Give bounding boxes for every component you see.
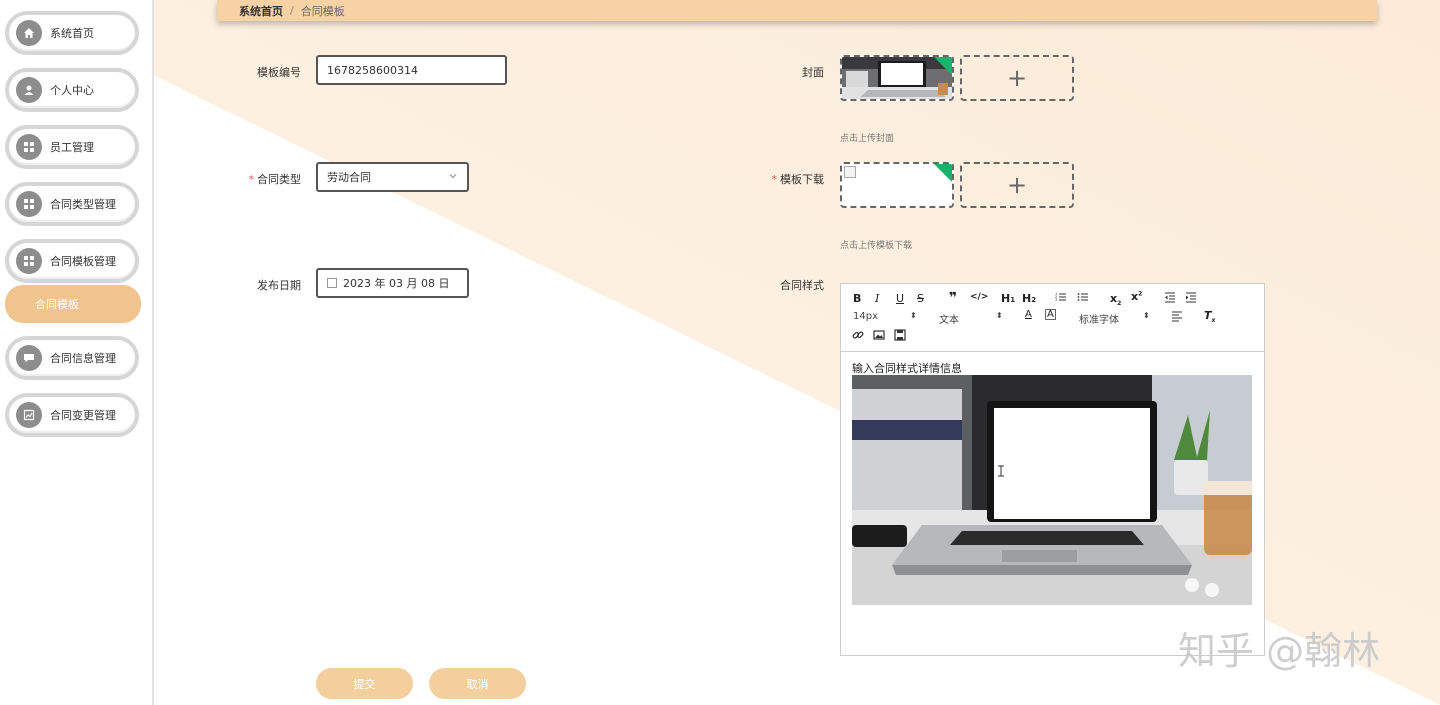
sidebar-item-contract-changes[interactable]: 合同变更管理: [5, 393, 139, 437]
breadcrumb-current: 合同模板: [300, 4, 345, 18]
sidebar: 系统首页 个人中心 员工管理 合同类型管理 合同模板管理 合同模板 合同信息管理: [0, 0, 154, 705]
link-icon[interactable]: [852, 329, 864, 344]
font-family-select[interactable]: 标准字体 ⬍: [1079, 311, 1151, 326]
broken-image-icon: [844, 166, 856, 178]
chart-icon: [16, 402, 42, 428]
italic-icon[interactable]: I: [875, 292, 879, 305]
indent-icon[interactable]: [1185, 291, 1197, 306]
sidebar-item-label: 合同类型管理: [50, 198, 116, 211]
breadcrumb-home[interactable]: 系统首页: [239, 3, 283, 19]
contract-style-label: 合同样式: [780, 279, 824, 292]
video-icon[interactable]: [894, 329, 906, 344]
subscript-icon[interactable]: x2: [1110, 292, 1121, 307]
cancel-button[interactable]: 取消: [429, 668, 526, 699]
bold-icon[interactable]: B: [853, 292, 861, 305]
sidebar-subitem-contract-template[interactable]: 合同模板: [5, 285, 141, 323]
contract-type-select[interactable]: 劳动合同: [316, 162, 469, 192]
plus-icon: +: [1006, 64, 1028, 92]
editor-embedded-image: [852, 375, 1252, 605]
success-badge: [933, 164, 952, 183]
strikethrough-icon[interactable]: S: [917, 292, 924, 305]
rich-text-editor[interactable]: B I U S ❞ </> H1 H2 123 x2 x2 14px ⬍ 文本 …: [840, 283, 1265, 656]
cover-upload-button[interactable]: +: [960, 55, 1074, 101]
header-1-icon[interactable]: H1: [1001, 292, 1015, 305]
publish-date-picker[interactable]: 2023 年 03 月 08 日: [316, 268, 469, 298]
chat-icon: [16, 345, 42, 371]
template-download-thumbnail[interactable]: [840, 162, 954, 208]
template-no-value: 1678258600314: [327, 63, 418, 77]
bullet-list-icon[interactable]: [1077, 291, 1089, 306]
submit-button[interactable]: 提交: [316, 668, 413, 699]
user-icon: [16, 77, 42, 103]
sidebar-item-contract-templates[interactable]: 合同模板管理: [5, 239, 139, 283]
chevron-down-icon: [448, 171, 458, 184]
publish-date-value: 2023 年 03 月 08 日: [343, 277, 450, 290]
blockquote-icon[interactable]: ❞: [949, 290, 957, 306]
contract-type-label: * 合同类型: [248, 173, 302, 186]
clear-format-icon[interactable]: Tx: [1204, 309, 1215, 324]
superscript-icon[interactable]: x2: [1131, 290, 1142, 303]
breadcrumb-separator: /: [290, 4, 294, 17]
sidebar-item-contract-info[interactable]: 合同信息管理: [5, 336, 139, 380]
paragraph-select[interactable]: 文本 ⬍: [939, 311, 1004, 326]
template-no-input[interactable]: 1678258600314: [316, 55, 507, 85]
sidebar-item-label: 员工管理: [50, 141, 94, 154]
svg-text:3: 3: [1055, 298, 1057, 302]
sidebar-item-contract-types[interactable]: 合同类型管理: [5, 182, 139, 226]
template-download-label: * 模板下载: [771, 173, 825, 186]
template-form: 模板编号 1678258600314 * 合同类型 劳动合同 发布日期 2023 …: [0, 0, 1440, 705]
grid-icon: [16, 248, 42, 274]
background-color-icon[interactable]: A: [1045, 309, 1056, 320]
underline-icon[interactable]: U: [896, 292, 904, 305]
align-icon[interactable]: [1171, 310, 1183, 325]
publish-date-label: 发布日期: [257, 279, 301, 292]
contract-type-value: 劳动合同: [327, 171, 371, 184]
editor-toolbar: B I U S ❞ </> H1 H2 123 x2 x2 14px ⬍ 文本 …: [841, 284, 1264, 352]
font-color-icon[interactable]: A: [1025, 309, 1032, 320]
watermark: 知乎 @翰林: [1178, 629, 1381, 673]
breadcrumb: 系统首页 / 合同模板: [217, 0, 1377, 21]
sidebar-item-employees[interactable]: 员工管理: [5, 125, 139, 169]
cover-hint: 点击上传封面: [840, 134, 895, 144]
grid-icon: [16, 191, 42, 217]
code-block-icon[interactable]: </>: [970, 292, 988, 302]
sidebar-item-profile[interactable]: 个人中心: [5, 68, 139, 112]
grid-icon: [16, 134, 42, 160]
sidebar-item-label: 合同信息管理: [50, 352, 116, 365]
image-icon[interactable]: [873, 329, 885, 344]
header-2-icon[interactable]: H2: [1022, 292, 1036, 305]
home-icon: [16, 20, 42, 46]
template-no-label: 模板编号: [257, 66, 301, 79]
sidebar-item-label: 合同模板管理: [50, 255, 116, 268]
success-badge: [933, 57, 952, 76]
template-download-hint: 点击上传模板下载: [840, 241, 913, 251]
sidebar-item-label: 个人中心: [50, 84, 94, 97]
sidebar-item-label: 合同变更管理: [50, 409, 116, 422]
editor-content-text: 输入合同样式详情信息: [852, 362, 962, 375]
outdent-icon[interactable]: [1164, 291, 1176, 306]
font-size-select[interactable]: 14px ⬍: [853, 311, 918, 322]
plus-icon: +: [1006, 171, 1028, 199]
sidebar-item-label: 系统首页: [50, 27, 94, 40]
template-upload-button[interactable]: +: [960, 162, 1074, 208]
calendar-icon: [327, 278, 337, 288]
cover-label: 封面: [802, 66, 824, 79]
sidebar-item-home[interactable]: 系统首页: [5, 11, 139, 55]
ordered-list-icon[interactable]: 123: [1055, 291, 1067, 306]
cover-thumbnail[interactable]: [840, 55, 954, 101]
